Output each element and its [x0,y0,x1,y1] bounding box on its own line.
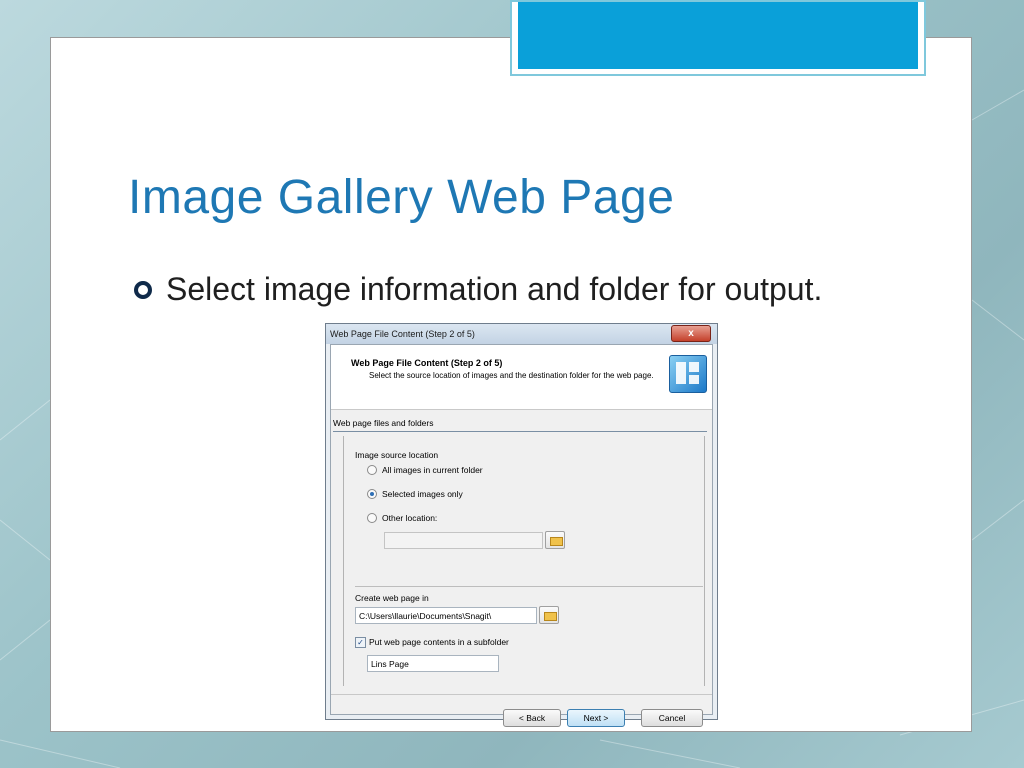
dialog-titlebar[interactable]: Web Page File Content (Step 2 of 5) x [326,324,717,344]
dialog-window-title: Web Page File Content (Step 2 of 5) [330,329,475,339]
web-page-icon [669,355,707,393]
bullet-icon [134,281,152,299]
folder-icon [550,537,563,546]
close-button[interactable]: x [671,325,711,342]
footer-divider [331,694,712,695]
radio-selected-images[interactable] [367,489,377,499]
section-divider [333,431,707,432]
subfolder-checkbox[interactable]: ✓ [355,637,366,648]
title-tab-decoration [510,0,926,76]
wizard-header: Web Page File Content (Step 2 of 5) Sele… [331,345,712,410]
other-location-input[interactable] [384,532,543,549]
back-button[interactable]: < Back [503,709,561,727]
subfolder-name-input[interactable]: Lins Page [367,655,499,672]
folder-icon [544,612,557,621]
section-label: Web page files and folders [333,418,434,428]
slide-title: Image Gallery Web Page [128,171,675,224]
radio-selected-images-label[interactable]: Selected images only [382,489,463,499]
browse-create-path-button[interactable] [539,606,559,624]
dialog-body: Web Page File Content (Step 2 of 5) Sele… [330,344,713,727]
radio-other-location-label[interactable]: Other location: [382,513,437,523]
wizard-step-description: Select the source location of images and… [369,371,654,380]
next-button[interactable]: Next > [567,709,625,727]
bullet-text: Select image information and folder for … [166,271,823,307]
subfolder-checkbox-label[interactable]: Put web page contents in a subfolder [369,637,509,647]
image-source-label: Image source location [355,450,439,460]
group-divider [355,586,703,587]
radio-other-location[interactable] [367,513,377,523]
cancel-button[interactable]: Cancel [641,709,703,727]
radio-all-images-label[interactable]: All images in current folder [382,465,483,475]
browse-other-location-button[interactable] [545,531,565,549]
create-path-input[interactable]: C:\Users\llaurie\Documents\Snagit\ [355,607,537,624]
snagit-dialog-window: Web Page File Content (Step 2 of 5) x We… [325,323,718,727]
title-tab-fill [518,2,918,69]
radio-all-images[interactable] [367,465,377,475]
create-web-page-label: Create web page in [355,593,429,603]
wizard-step-title: Web Page File Content (Step 2 of 5) [351,358,503,368]
